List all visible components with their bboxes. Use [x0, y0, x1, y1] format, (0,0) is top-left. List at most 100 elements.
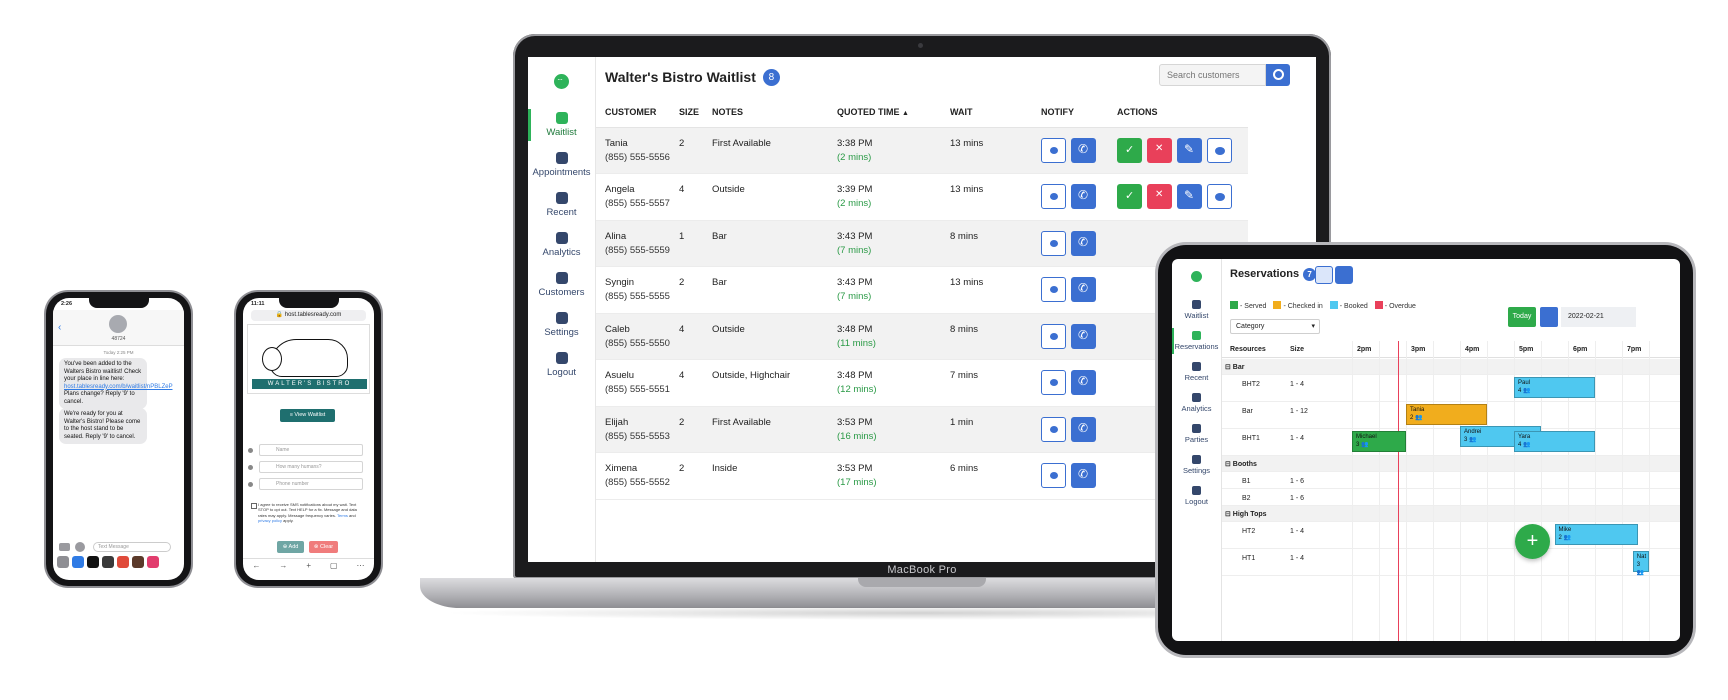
- grid-view-icon[interactable]: [1335, 266, 1353, 284]
- sidebar-item-analytics[interactable]: Analytics: [1172, 387, 1221, 418]
- search-button[interactable]: [1266, 64, 1290, 86]
- app-store-icon[interactable]: [72, 556, 84, 568]
- list-view-icon[interactable]: [1315, 266, 1333, 284]
- sms-button[interactable]: [1041, 323, 1066, 349]
- call-button[interactable]: [1071, 370, 1096, 395]
- seat-button[interactable]: [1117, 137, 1142, 163]
- party-size: 4: [1518, 441, 1522, 448]
- chat-button[interactable]: [1207, 184, 1232, 209]
- search-input[interactable]: [1159, 64, 1266, 86]
- sidebar-item-parties[interactable]: Parties: [1172, 418, 1221, 449]
- app-store-icon[interactable]: [75, 542, 85, 552]
- waitlist-link[interactable]: host.tablesready.com/b/waitlist/nPBLZeP: [64, 384, 173, 390]
- phone-field[interactable]: Phone number: [248, 478, 363, 490]
- privacy-link[interactable]: privacy policy: [258, 518, 282, 523]
- new-tab-icon[interactable]: +: [306, 561, 311, 570]
- resource-category-row[interactable]: ⊟ High Tops: [1222, 506, 1680, 522]
- calendar-icon[interactable]: [1540, 307, 1558, 327]
- sidebar-item-appointments[interactable]: Appointments: [528, 145, 595, 185]
- message-input[interactable]: Text Message: [93, 542, 171, 552]
- category-select[interactable]: Category: [1230, 319, 1320, 334]
- sidebar-item-reservations[interactable]: Reservations: [1172, 325, 1221, 356]
- call-button[interactable]: [1071, 137, 1096, 163]
- call-button[interactable]: [1071, 416, 1096, 442]
- reservation-block[interactable]: Paul 4 👥: [1514, 377, 1595, 398]
- call-button[interactable]: [1071, 277, 1096, 302]
- sms-consent-checkbox[interactable]: I agree to receive SMS notifications abo…: [251, 502, 361, 524]
- table-row[interactable]: Angela (855) 555-5557 4 Outside 3:39 PM (2 mi…: [596, 173, 1248, 221]
- sms-button[interactable]: [1041, 230, 1066, 256]
- col-size[interactable]: SIZE: [670, 97, 703, 128]
- name-field[interactable]: Name: [248, 444, 363, 456]
- call-button[interactable]: [1071, 184, 1096, 209]
- back-arrow-icon[interactable]: ←: [252, 561, 260, 570]
- sms-button[interactable]: [1041, 370, 1066, 395]
- col-wait[interactable]: WAIT: [941, 97, 1032, 128]
- table-row[interactable]: Tania (855) 555-5556 2 First Available 3:38 …: [596, 127, 1248, 174]
- more-icon[interactable]: ⋯: [357, 561, 365, 570]
- camera-icon[interactable]: [59, 543, 70, 551]
- apple-pay-icon[interactable]: [87, 556, 99, 568]
- add-reservation-button[interactable]: +: [1515, 524, 1550, 559]
- memoji-icon[interactable]: [102, 556, 114, 568]
- music-icon[interactable]: [132, 556, 144, 568]
- add-button[interactable]: ⊕ Add: [277, 541, 304, 553]
- sidebar-item-logout[interactable]: Logout: [1172, 480, 1221, 511]
- call-button[interactable]: [1071, 463, 1096, 488]
- sidebar-item-settings[interactable]: Settings: [1172, 449, 1221, 480]
- today-button[interactable]: Today: [1508, 307, 1536, 327]
- terms-link[interactable]: Terms: [337, 513, 348, 518]
- edit-button[interactable]: [1177, 184, 1202, 209]
- sidebar-item-waitlist[interactable]: Waitlist: [1172, 294, 1221, 325]
- sticker-icon[interactable]: [117, 556, 129, 568]
- search-icon[interactable]: [147, 556, 159, 568]
- quoted-cell: 3:43 PM (7 mins): [828, 266, 941, 314]
- reservation-block[interactable]: Tania 2 👥: [1406, 404, 1487, 425]
- forward-arrow-icon[interactable]: →: [279, 561, 287, 570]
- sms-button[interactable]: [1041, 463, 1066, 488]
- sidebar-item-logout[interactable]: Logout: [528, 345, 595, 385]
- col-notes[interactable]: NOTES: [703, 97, 828, 128]
- date-input[interactable]: 2022-02-21: [1561, 307, 1636, 327]
- reservation-block[interactable]: Michael 3 👥: [1352, 431, 1406, 452]
- remove-button[interactable]: [1147, 184, 1172, 209]
- resource-category-row[interactable]: ⊟ Booths: [1222, 456, 1680, 472]
- col-customer[interactable]: CUSTOMER: [596, 97, 670, 128]
- remove-button[interactable]: [1147, 137, 1172, 163]
- sidebar-item-recent[interactable]: Recent: [1172, 356, 1221, 387]
- party-size-field[interactable]: How many humans?: [248, 461, 363, 473]
- reservation-block[interactable]: Nat 3 👥: [1632, 551, 1649, 576]
- table-row[interactable]: Elijah (855) 555-5553 2 First Available 3:53…: [596, 406, 1248, 453]
- col-quoted-time[interactable]: QUOTED TIME ▲: [828, 97, 941, 128]
- table-row[interactable]: Ximena (855) 555-5552 2 Inside 3:53 PM (17 mi…: [596, 452, 1248, 500]
- sms-button[interactable]: [1041, 416, 1066, 442]
- seat-button[interactable]: [1117, 184, 1142, 209]
- sidebar-item-waitlist[interactable]: Waitlist: [528, 105, 595, 145]
- reservation-block[interactable]: Yara 4 👥: [1514, 431, 1595, 452]
- sidebar-item-recent[interactable]: Recent: [528, 185, 595, 225]
- table-row[interactable]: Syngin (855) 555-5555 2 Bar 3:43 PM (7 mins) 1…: [596, 266, 1248, 314]
- table-row[interactable]: Alina (855) 555-5559 1 Bar 3:43 PM (7 mins) 8 …: [596, 220, 1248, 267]
- sidebar-item-settings[interactable]: Settings: [528, 305, 595, 345]
- reservation-block[interactable]: Mike 2 👥: [1554, 524, 1639, 545]
- sms-button[interactable]: [1041, 137, 1066, 163]
- call-button[interactable]: [1071, 323, 1096, 349]
- sms-button[interactable]: [1041, 184, 1066, 209]
- edit-button[interactable]: [1177, 137, 1202, 163]
- table-row[interactable]: Caleb (855) 555-5550 4 Outside 3:48 PM (11 mi…: [596, 313, 1248, 360]
- call-button[interactable]: [1071, 230, 1096, 256]
- tabs-icon[interactable]: ▢: [330, 561, 338, 570]
- sidebar-item-customers[interactable]: Customers: [528, 265, 595, 305]
- table-row[interactable]: Asuelu (855) 555-5551 4 Outside, Highchair 3…: [596, 359, 1248, 407]
- view-waitlist-button[interactable]: ≡ View Waitlist: [280, 409, 335, 422]
- photos-app-icon[interactable]: [57, 556, 69, 568]
- resource-category-row[interactable]: ⊟ Bar: [1222, 359, 1680, 375]
- quoted-cell: 3:38 PM (2 mins): [828, 127, 941, 174]
- sms-button[interactable]: [1041, 277, 1066, 302]
- clear-button[interactable]: ⊗ Clear: [309, 541, 338, 553]
- chat-button[interactable]: [1207, 137, 1232, 163]
- sidebar-item-analytics[interactable]: Analytics: [528, 225, 595, 265]
- sidebar-item-label: Analytics: [1181, 403, 1212, 413]
- address-bar[interactable]: 🔒 host.tablesready.com: [251, 310, 366, 321]
- back-chevron-icon[interactable]: ‹: [58, 322, 61, 333]
